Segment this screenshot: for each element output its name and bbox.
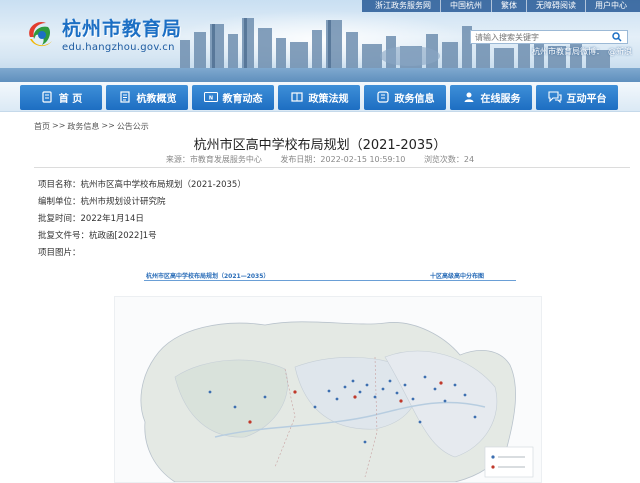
main-nav: 首 页 杭教概览 N 教育动态 政策法规 政务信息 在线服务 互动平台 — [0, 82, 640, 112]
svg-text:N: N — [208, 96, 212, 102]
top-link-accessibility[interactable]: 无障碍阅读 — [527, 0, 586, 12]
logo-emblem-icon — [29, 21, 52, 46]
map-title: 杭州市区高中学校布局规划（2021—2035） — [146, 273, 270, 280]
field-project-name: 项目名称：杭州市区高中学校布局规划（2021-2035） — [38, 180, 246, 190]
breadcrumb-separator: >> — [52, 121, 66, 130]
field-approval-doc: 批复文件号：杭政函[2022]1号 — [38, 231, 157, 241]
page-title: 杭州市区高中学校布局规划（2021-2035） — [193, 138, 447, 153]
breadcrumb-gov-info[interactable]: 政务信息 — [67, 121, 99, 132]
search-input[interactable] — [471, 31, 609, 43]
lake-water — [0, 68, 640, 82]
breadcrumb-home[interactable]: 首页 — [34, 121, 50, 132]
field-compiler: 编制单位：杭州市规划设计研究院 — [38, 197, 166, 207]
document-icon — [118, 90, 132, 104]
nav-item-overview[interactable]: 杭教概览 — [106, 84, 188, 110]
nav-label: 在线服务 — [480, 93, 521, 105]
nav-label: 杭教概览 — [136, 93, 177, 105]
news-icon: N — [203, 90, 218, 104]
site-title: 杭州市教育局 — [62, 18, 183, 40]
top-link-zhejiang-gov[interactable]: 浙江政务服务网 — [366, 0, 441, 12]
home-icon — [40, 90, 54, 104]
article-views: 浏览次数：24 — [423, 155, 475, 164]
map-header: 杭州市区高中学校布局规划（2021—2035） 十区高级高中分布图 — [114, 268, 542, 284]
map-image — [140, 321, 534, 482]
nav-item-online-service[interactable]: 在线服务 — [450, 84, 532, 110]
book-icon — [290, 90, 304, 104]
field-project-images: 项目图片： — [38, 248, 81, 258]
field-approval-date: 批复时间：2022年1月14日 — [38, 214, 144, 224]
nav-item-gov-info[interactable]: 政务信息 — [364, 84, 446, 110]
site-url: edu.hangzhou.gov.cn — [62, 42, 175, 53]
top-link-user-center[interactable]: 用户中心 — [586, 0, 636, 12]
nav-item-policy[interactable]: 政策法规 — [278, 84, 360, 110]
chat-icon — [547, 90, 562, 104]
nav-label: 政策法规 — [308, 93, 349, 105]
weibo-label: 杭州市教育局微博： — [532, 47, 604, 56]
header-banner: 浙江政务服务网 中国杭州 繁体 无障碍阅读 用户中心 杭州市教育局 edu.ha… — [0, 0, 640, 82]
breadcrumb-separator: >> — [101, 121, 115, 130]
project-fields: 项目名称：杭州市区高中学校布局规划（2021-2035） 编制单位：杭州市规划设… — [38, 177, 246, 262]
top-link-china-hangzhou[interactable]: 中国杭州 — [441, 0, 492, 12]
weibo-link[interactable]: @新浪 — [608, 46, 632, 57]
map-title-rule — [144, 280, 516, 281]
nav-label: 教育动态 — [222, 93, 263, 105]
top-link-traditional[interactable]: 繁体 — [492, 0, 527, 12]
article-meta: 来源：市教育发展服务中心 发布日期：2022-02-15 10:59:10 浏览… — [0, 154, 640, 165]
school-layout-map — [114, 296, 542, 483]
weibo-line: 杭州市教育局微博： @新浪 — [532, 46, 632, 57]
breadcrumb: 首页 >> 政务信息 >> 公告公示 — [34, 121, 149, 132]
info-icon — [376, 90, 390, 104]
nav-label: 首 页 — [58, 93, 83, 105]
top-links-bar: 浙江政务服务网 中国杭州 繁体 无障碍阅读 用户中心 — [362, 0, 640, 12]
nav-item-interaction[interactable]: 互动平台 — [536, 84, 618, 110]
nav-label: 政务信息 — [394, 93, 435, 105]
divider — [34, 167, 630, 168]
search-box — [470, 30, 628, 44]
search-icon[interactable] — [609, 31, 625, 43]
nav-label: 互动平台 — [566, 93, 607, 105]
nav-item-home[interactable]: 首 页 — [20, 84, 102, 110]
breadcrumb-announcements[interactable]: 公告公示 — [117, 121, 149, 132]
site-logo[interactable]: 杭州市教育局 edu.hangzhou.gov.cn — [24, 14, 182, 53]
map-subtitle: 十区高级高中分布图 — [429, 273, 484, 280]
article-source: 来源：市教育发展服务中心 — [165, 155, 262, 164]
nav-item-news[interactable]: N 教育动态 — [192, 84, 274, 110]
user-service-icon — [462, 90, 476, 104]
article-date: 发布日期：2022-02-15 10:59:10 — [280, 155, 406, 164]
